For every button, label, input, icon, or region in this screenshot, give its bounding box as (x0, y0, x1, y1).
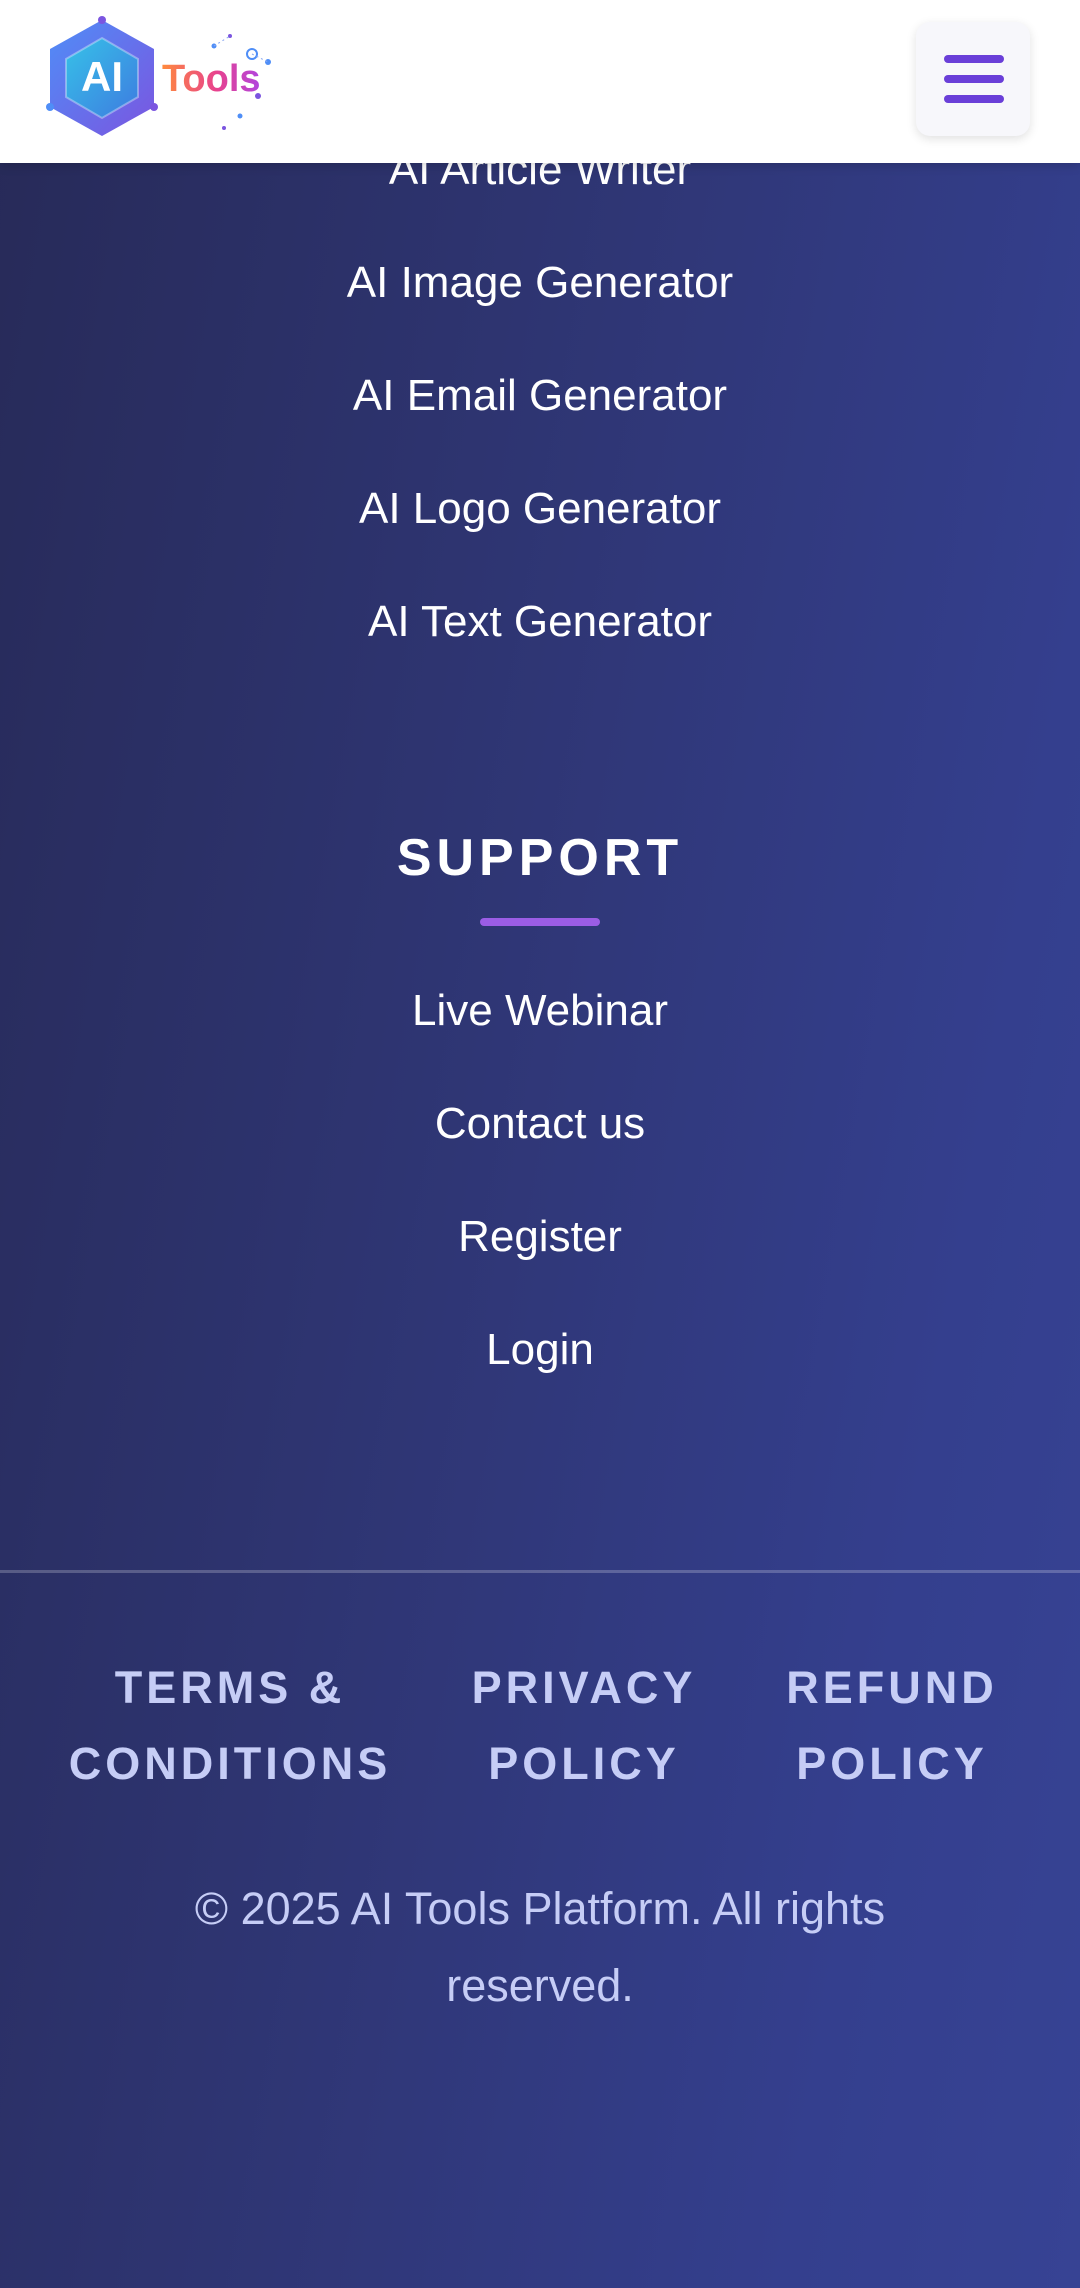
footer-divider (0, 1570, 1080, 1573)
logo-ai-text: AI (81, 53, 123, 100)
site-header: AI Tools (0, 0, 1080, 163)
footer-link-ai-text-generator[interactable]: AI Text Generator (0, 594, 1080, 650)
footer-link-ai-logo-generator[interactable]: AI Logo Generator (0, 481, 1080, 537)
refund-policy-link[interactable]: REFUND POLICY (768, 1650, 1016, 1802)
support-heading-underline (480, 918, 600, 926)
logo-dots-icon (211, 34, 271, 130)
footer-link-ai-image-generator[interactable]: AI Image Generator (0, 255, 1080, 311)
hamburger-menu-button[interactable] (916, 22, 1030, 136)
footer-link-register[interactable]: Register (0, 1209, 1080, 1265)
footer-link-login[interactable]: Login (0, 1322, 1080, 1378)
terms-conditions-link[interactable]: TERMS & CONDITIONS (60, 1650, 400, 1802)
support-heading: SUPPORT (396, 829, 684, 887)
footer-link-contact-us[interactable]: Contact us (0, 1096, 1080, 1152)
copyright-text: © 2025 AI Tools Platform. All rights res… (194, 1883, 886, 2011)
privacy-policy-link[interactable]: PRIVACY POLICY (452, 1650, 716, 1802)
footer-link-ai-email-generator[interactable]: AI Email Generator (0, 368, 1080, 424)
site-logo[interactable]: AI Tools (44, 16, 274, 140)
hamburger-menu-icon (944, 55, 1004, 63)
footer-link-live-webinar[interactable]: Live Webinar (0, 983, 1080, 1039)
